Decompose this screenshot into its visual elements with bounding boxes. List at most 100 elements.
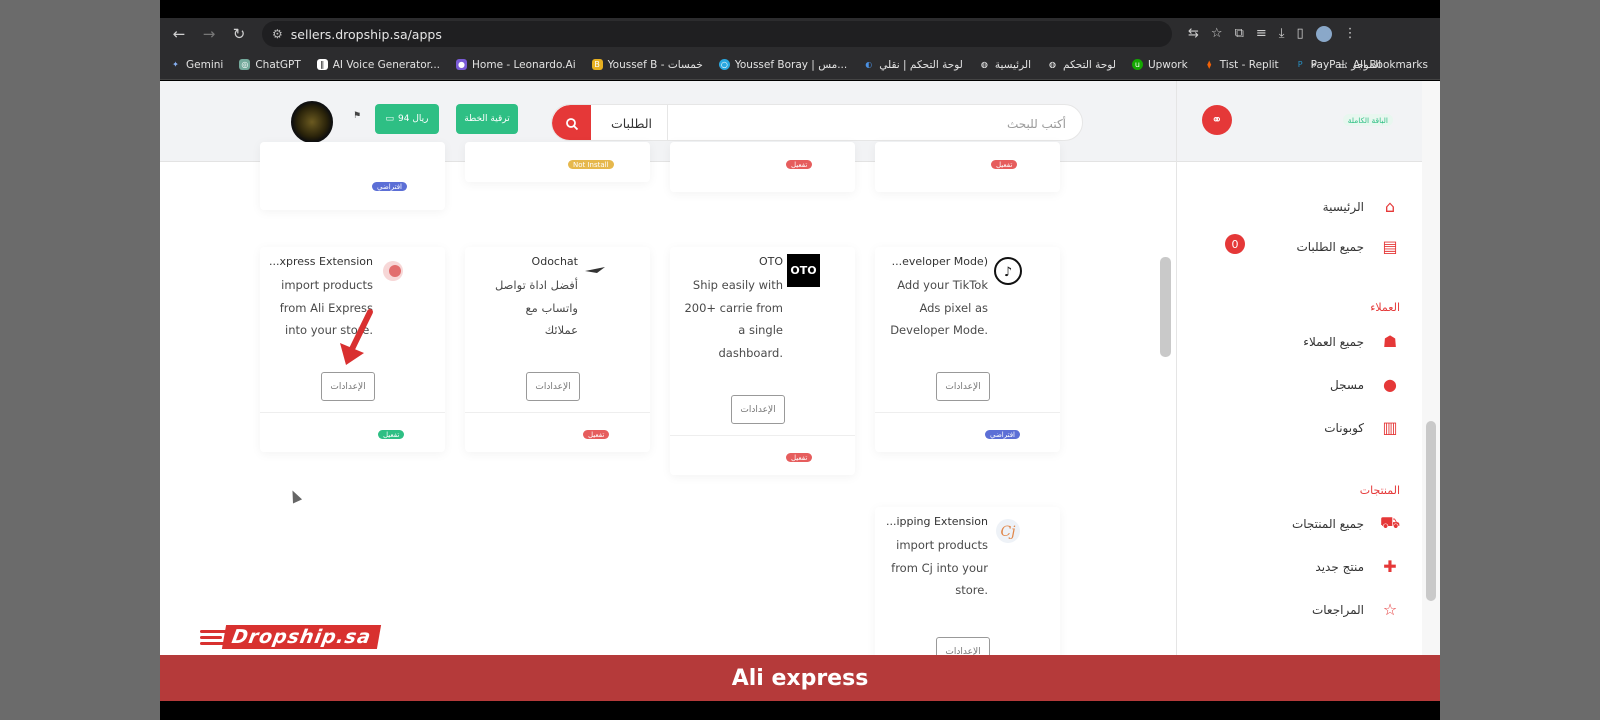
settings-button[interactable]: الإعدادات bbox=[526, 372, 580, 401]
wallet-button[interactable]: ▭ 94 ريال bbox=[375, 104, 439, 134]
bookmark-item[interactable]: ● Home - Leonardo.Ai bbox=[456, 59, 576, 71]
sidepanel-icon[interactable]: ▯ bbox=[1297, 26, 1304, 42]
status-badge: تفعيل bbox=[378, 430, 405, 439]
arrow-annotation-icon bbox=[340, 309, 373, 365]
status-badge: Not Install bbox=[568, 160, 614, 169]
bookmark-item[interactable]: ✦ Gemini bbox=[170, 59, 223, 71]
user-avatar[interactable] bbox=[291, 101, 333, 143]
scrollbar-thumb[interactable] bbox=[1426, 421, 1436, 601]
leonardo-icon: ● bbox=[456, 59, 468, 70]
status-badge: تفعيل bbox=[583, 430, 610, 439]
oto-logo: OTO bbox=[787, 254, 820, 287]
forward-icon[interactable]: → bbox=[194, 20, 224, 48]
url-text: sellers.dropship.sa/apps bbox=[290, 26, 442, 42]
translate-icon[interactable]: ⇆ bbox=[1188, 26, 1199, 42]
settings-button[interactable]: الإعدادات bbox=[936, 637, 990, 655]
page-scrollbar[interactable] bbox=[1422, 81, 1440, 655]
card-icon: ▭ bbox=[385, 114, 395, 124]
app-card-oto: OTO OTO Ship easily with 200+ carrie fro… bbox=[670, 247, 855, 475]
divider bbox=[670, 435, 855, 436]
khamsat-icon: B bbox=[591, 59, 603, 70]
bookmark-item[interactable]: ◍ الرئيسية bbox=[979, 59, 1031, 71]
section-products: المنتجات bbox=[1359, 484, 1400, 497]
upgrade-plan-button[interactable]: ترقية الخطة bbox=[456, 104, 518, 134]
bookmark-item[interactable]: ◍ لوحة التحكم bbox=[1047, 59, 1116, 71]
section-customers: العملاء bbox=[1370, 301, 1400, 314]
sidebar-item-coupons[interactable]: كوبونات ▥ bbox=[1324, 418, 1400, 437]
bookmark-item[interactable]: u Upwork bbox=[1131, 59, 1188, 71]
sidebar-item-reviews[interactable]: المراجعات ☆ bbox=[1312, 600, 1400, 619]
bookmark-item[interactable]: ⧫ Tist - Replit bbox=[1204, 59, 1278, 71]
paypal-icon: P bbox=[1297, 60, 1303, 69]
apps-grid: افتراضي Not Install تفعيل تفعيل ...xpres… bbox=[160, 142, 1176, 655]
sidebar-item-products[interactable]: جميع المنتجات ⛟ bbox=[1292, 513, 1400, 534]
app-card-odochat: Odochat أفضل اداة تواصل واتساب مع عملائك… bbox=[465, 247, 650, 452]
bookmark-item[interactable]: ◎ ChatGPT bbox=[239, 59, 301, 71]
menu-icon[interactable]: ⋮ bbox=[1344, 26, 1357, 42]
svg-text:Cj: Cj bbox=[1000, 524, 1016, 540]
back-icon[interactable]: ← bbox=[164, 20, 194, 48]
all-bookmarks[interactable]: ▭ All Bookmarks bbox=[1337, 59, 1428, 71]
archive-icon: ▤ bbox=[1382, 237, 1398, 256]
settings-button[interactable]: الإعدادات bbox=[321, 372, 375, 401]
app-title: ...ipping Extension bbox=[885, 515, 988, 528]
status-badge: افتراضي bbox=[985, 430, 1020, 439]
app-card: تفعيل bbox=[875, 142, 1060, 192]
settings-button[interactable]: الإعدادات bbox=[731, 395, 785, 424]
bookmark-item[interactable]: ◐ لوحة التحكم | نقلي bbox=[863, 59, 963, 71]
folder-icon: ▭ bbox=[1338, 60, 1347, 70]
store-logo-icon[interactable]: ⚭ bbox=[1202, 105, 1232, 135]
bookmark-item[interactable]: B Youssef B - خمسات bbox=[591, 59, 703, 71]
sidebar-item-registered[interactable]: مسجل ● bbox=[1330, 375, 1400, 394]
app-title: ...eveloper Mode) bbox=[891, 255, 988, 268]
replit-icon: ⧫ bbox=[1207, 60, 1212, 69]
plus-icon: ✚ bbox=[1383, 557, 1397, 576]
divider bbox=[465, 412, 650, 413]
sidebar-header: ⚭ الباقة الكاملة bbox=[1177, 81, 1423, 162]
aliexpress-logo bbox=[378, 256, 408, 286]
divider bbox=[260, 412, 445, 413]
mouse-cursor-icon bbox=[287, 488, 303, 504]
extensions-icon[interactable]: ⧉ bbox=[1235, 26, 1244, 42]
globe-icon: ◍ bbox=[980, 60, 988, 69]
content-scrollbar[interactable] bbox=[1160, 257, 1171, 357]
tiktok-logo: ♪ bbox=[993, 256, 1023, 286]
bookmark-item[interactable]: ∥ AI Voice Generator... bbox=[316, 59, 440, 71]
globe-icon: ◍ bbox=[1049, 60, 1056, 69]
star-icon: ☆ bbox=[1382, 600, 1398, 619]
sidebar-item-home[interactable]: الرئيسية ⌂ bbox=[1323, 197, 1400, 216]
sidebar-item-customers[interactable]: جميع العملاء ☗ bbox=[1303, 332, 1400, 351]
app-card-tiktok: ♪ ...eveloper Mode) Add your TikTok Ads … bbox=[875, 247, 1060, 452]
download-icon[interactable]: ⤓ bbox=[1279, 26, 1285, 42]
bookmark-item[interactable]: ○ Youssef Boray | مس... bbox=[718, 59, 847, 71]
site-info-icon[interactable]: ⚙ bbox=[272, 27, 283, 41]
settings-button[interactable]: الإعدادات bbox=[936, 372, 990, 401]
address-bar[interactable]: ⚙ sellers.dropship.sa/apps bbox=[262, 21, 1172, 47]
search-scope-select[interactable]: الطلبات bbox=[596, 105, 668, 140]
profile-avatar[interactable] bbox=[1315, 26, 1332, 42]
search-icon[interactable] bbox=[552, 105, 591, 140]
bookmarks-bar: ✦ Gemini ◎ ChatGPT ∥ AI Voice Generator... … bbox=[160, 50, 1440, 80]
browser-toolbar: ← → ↻ ⚙ sellers.dropship.sa/apps ⇆ ☆ ⧉ ≡… bbox=[160, 18, 1440, 50]
media-icon[interactable]: ≡ bbox=[1256, 26, 1267, 42]
star-icon[interactable]: ☆ bbox=[1211, 26, 1223, 42]
toolbar-icons: ⇆ ☆ ⧉ ≡ ⤓ ▯ ⋮ bbox=[1188, 26, 1357, 42]
reload-icon[interactable]: ↻ bbox=[224, 20, 254, 48]
mostaql-icon: ○ bbox=[718, 59, 730, 70]
status-badge: تفعيل bbox=[786, 453, 813, 462]
ticket-icon: ▥ bbox=[1382, 418, 1398, 437]
sidebar: ⚭ الباقة الكاملة الرئيسية ⌂ 0 جميع الطلبا… bbox=[1176, 81, 1423, 655]
app-card-cj: Cj ...ipping Extension import products f… bbox=[875, 507, 1060, 655]
app-description: Add your TikTok Ads pixel as Developer M… bbox=[890, 278, 988, 337]
dropship-watermark: Dropship.sa bbox=[200, 625, 382, 649]
gemini-icon: ✦ bbox=[172, 60, 179, 69]
status-badge: تفعيل bbox=[991, 160, 1018, 169]
app-title: ...xpress Extension bbox=[269, 255, 373, 268]
search-input[interactable]: أكتب للبحث bbox=[1007, 105, 1066, 140]
status-badge: تفعيل bbox=[786, 160, 813, 169]
status-badge: افتراضي bbox=[372, 182, 407, 191]
sidebar-item-new-product[interactable]: منتج جديد ✚ bbox=[1315, 557, 1400, 576]
more-bookmarks-icon[interactable]: » bbox=[1311, 59, 1317, 71]
flag-icon[interactable]: ⚑ bbox=[353, 111, 361, 121]
sidebar-item-orders[interactable]: جميع الطلبات ▤ bbox=[1296, 237, 1400, 256]
